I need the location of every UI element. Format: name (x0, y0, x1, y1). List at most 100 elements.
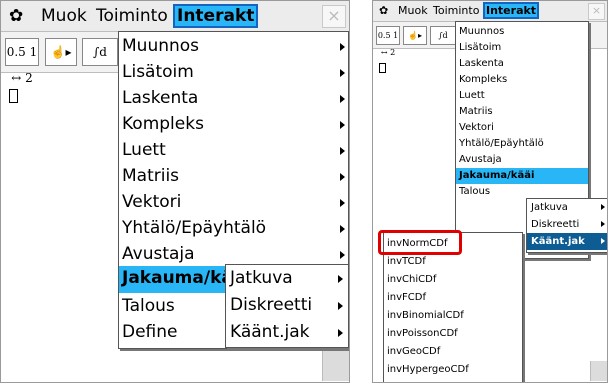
menu-item-invbinomialcdf[interactable]: invBinomialCDf (384, 307, 522, 324)
menu-item-label: Yhtälö/Epäyhtälö (459, 138, 544, 149)
menu-muok[interactable]: Muok (41, 5, 87, 27)
menu-item-matriis[interactable]: Matriis (456, 104, 588, 120)
jakauma-submenu: Jatkuva Diskreetti Käänt.jak (526, 198, 607, 253)
menu-item-label: Kompleks (459, 74, 508, 85)
menu-item-label: Muunnos (122, 36, 200, 56)
chevron-right-icon (340, 43, 345, 51)
menu-item-avustaja[interactable]: Avustaja (456, 152, 588, 168)
menu-item-label: Talous (459, 186, 491, 197)
menu-muok[interactable]: Muok (398, 3, 428, 18)
left-screenshot: ✿ Muok Toiminto Interakt × 0.5 1 ↔ 2 ☝▸ … (0, 0, 350, 383)
menu-item-invfcdf[interactable]: invFCDf (384, 289, 522, 306)
menu-item-label: Matriis (122, 166, 180, 186)
menu-item-label: Luett (122, 140, 166, 160)
menu-item-vektori[interactable]: Vektori (456, 120, 588, 136)
right-screenshot: ✿ Muok Toiminto Interakt × 0.5 1 ↔ 2 ☝▸ … (372, 0, 608, 383)
chevron-right-icon (338, 329, 343, 337)
menu-item-label: Vektori (122, 192, 182, 212)
menu-interakt[interactable]: Interakt (483, 2, 540, 19)
menu-item-lisatoim[interactable]: Lisätoim (456, 40, 588, 56)
menu-item-label: invGeoCDf (387, 346, 441, 357)
menu-item-luett[interactable]: Luett (119, 138, 348, 163)
fraction-decimal-button[interactable]: 0.5 1 ↔ 2 (376, 26, 400, 57)
submenu-item-kaant-jak[interactable]: Käänt.jak (226, 319, 348, 346)
integral-button[interactable]: ∫d (430, 26, 456, 45)
menu-item-yhtalo[interactable]: Yhtälö/Epäyhtälö (456, 136, 588, 152)
menu-item-label: invHypergeoCDf (387, 364, 469, 375)
menu-item-label: invChiCDf (387, 274, 437, 285)
menu-item-label: Lisätoim (459, 42, 502, 53)
menu-item-label: Vektori (459, 122, 494, 133)
menu-item-label: Talous (122, 296, 175, 316)
close-icon[interactable]: × (588, 3, 605, 20)
submenu-item-kaant-jak[interactable]: Käänt.jak (527, 233, 607, 250)
menubar: ✿ Muok Toiminto Interakt × (1, 1, 349, 32)
submenu-item-jatkuva[interactable]: Jatkuva (226, 265, 348, 292)
hand-pointer-button[interactable]: ☝▸ (45, 38, 77, 66)
input-cursor[interactable] (9, 89, 18, 103)
menu-item-invhypergeocdf[interactable]: invHypergeoCDf (384, 361, 522, 378)
jakauma-submenu: Jatkuva Diskreetti Käänt.jak (225, 264, 349, 348)
gear-icon[interactable]: ✿ (379, 3, 388, 18)
menu-item-label: invTCDf (387, 256, 426, 267)
menu-item-invchicdf[interactable]: invChiCDf (384, 271, 522, 288)
menu-item-muunnos[interactable]: Muunnos (456, 24, 588, 40)
gear-icon[interactable]: ✿ (9, 5, 23, 27)
chevron-right-icon (601, 221, 605, 227)
submenu-item-jatkuva[interactable]: Jatkuva (527, 199, 607, 216)
chevron-right-icon (340, 199, 345, 207)
menu-item-laskenta[interactable]: Laskenta (119, 86, 348, 111)
menu-item-label: Jatkuva (230, 268, 293, 288)
scrollbar[interactable] (322, 351, 349, 381)
menu-item-muunnos[interactable]: Muunnos (119, 34, 348, 59)
menu-item-label: invFCDf (387, 292, 426, 303)
fraction-decimal-button[interactable]: 0.5 1 ↔ 2 (5, 38, 39, 85)
close-icon[interactable]: × (322, 5, 346, 28)
menu-item-label: Muunnos (459, 26, 505, 37)
menu-item-label: Luett (459, 90, 485, 101)
menu-item-label: Define (122, 322, 178, 342)
menu-item-label: Avustaja (122, 244, 195, 264)
menu-item-label: Jakauma/kääi (459, 170, 535, 181)
menu-item-luett[interactable]: Luett (456, 88, 588, 104)
menu-item-invtcdf[interactable]: invTCDf (384, 253, 522, 270)
menu-item-invpoissoncdf[interactable]: invPoissonCDf (384, 325, 522, 342)
menu-item-label: Laskenta (459, 58, 504, 69)
chevron-right-icon (340, 121, 345, 129)
integral-button[interactable]: ∫d (82, 38, 118, 66)
menu-item-label: Avustaja (459, 154, 502, 165)
chevron-right-icon (340, 69, 345, 77)
menu-item-invgeocdf[interactable]: invGeoCDf (384, 343, 522, 360)
menu-item-label: invBinomialCDf (387, 310, 464, 321)
menu-item-lisatoim[interactable]: Lisätoim (119, 60, 348, 85)
menu-item-vektori[interactable]: Vektori (119, 190, 348, 215)
menu-item-laskenta[interactable]: Laskenta (456, 56, 588, 72)
chevron-right-icon (338, 275, 343, 283)
menu-item-label: Kompleks (122, 114, 204, 134)
menu-item-label: Yhtälö/Epäyhtälö (122, 218, 267, 238)
menu-item-label: Diskreetti (531, 219, 580, 230)
chevron-right-icon (340, 251, 345, 259)
chevron-right-icon (601, 238, 605, 244)
menu-toiminto[interactable]: Toiminto (433, 3, 479, 18)
input-cursor[interactable] (379, 63, 386, 73)
menu-item-matriis[interactable]: Matriis (119, 164, 348, 189)
menu-item-label: Diskreetti (230, 295, 313, 315)
menu-item-yhtalo[interactable]: Yhtälö/Epäyhtälö (119, 216, 348, 241)
chevron-right-icon (340, 225, 345, 233)
chevron-right-icon (340, 173, 345, 181)
submenu-item-diskreetti[interactable]: Diskreetti (527, 216, 607, 233)
menu-item-kompleks[interactable]: Kompleks (119, 112, 348, 137)
submenu-item-diskreetti[interactable]: Diskreetti (226, 292, 348, 319)
menu-item-label: Matriis (459, 106, 493, 117)
menu-item-label: Käänt.jak (230, 322, 310, 342)
menu-item-label: Laskenta (122, 88, 199, 108)
menu-interakt[interactable]: Interakt (173, 4, 259, 28)
menu-toiminto[interactable]: Toiminto (96, 5, 168, 27)
chevron-right-icon (340, 147, 345, 155)
hand-pointer-button[interactable]: ☝▸ (403, 26, 427, 45)
scrollbar[interactable] (590, 361, 607, 381)
menu-item-label: invPoissonCDf (387, 328, 458, 339)
menu-item-kompleks[interactable]: Kompleks (456, 72, 588, 88)
menu-item-jakauma[interactable]: Jakauma/kääi (456, 168, 588, 184)
